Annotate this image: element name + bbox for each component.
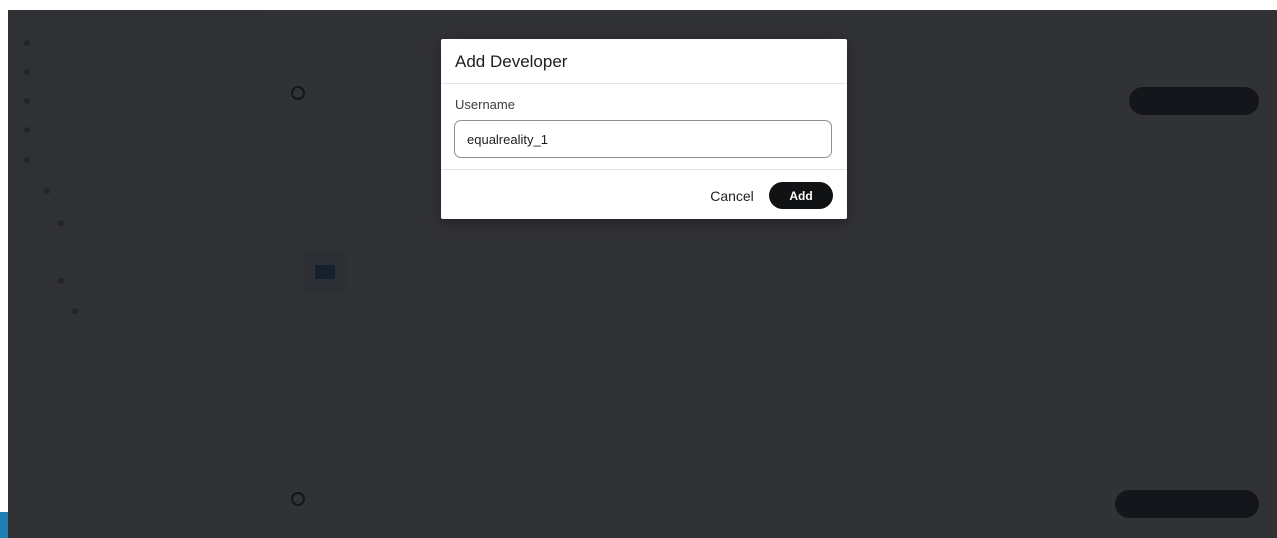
username-input[interactable]: [454, 120, 832, 158]
username-label: Username: [455, 97, 515, 112]
add-button[interactable]: Add: [769, 182, 833, 209]
add-developer-dialog: Add Developer Username Cancel Add: [441, 39, 847, 219]
dialog-header: Add Developer: [441, 39, 847, 84]
dialog-title: Add Developer: [455, 52, 568, 71]
cancel-button[interactable]: Cancel: [700, 183, 764, 209]
app-window: Add Developer Username Cancel Add: [0, 0, 1277, 538]
corner-accent: [0, 512, 8, 538]
dialog-divider: [441, 169, 847, 170]
